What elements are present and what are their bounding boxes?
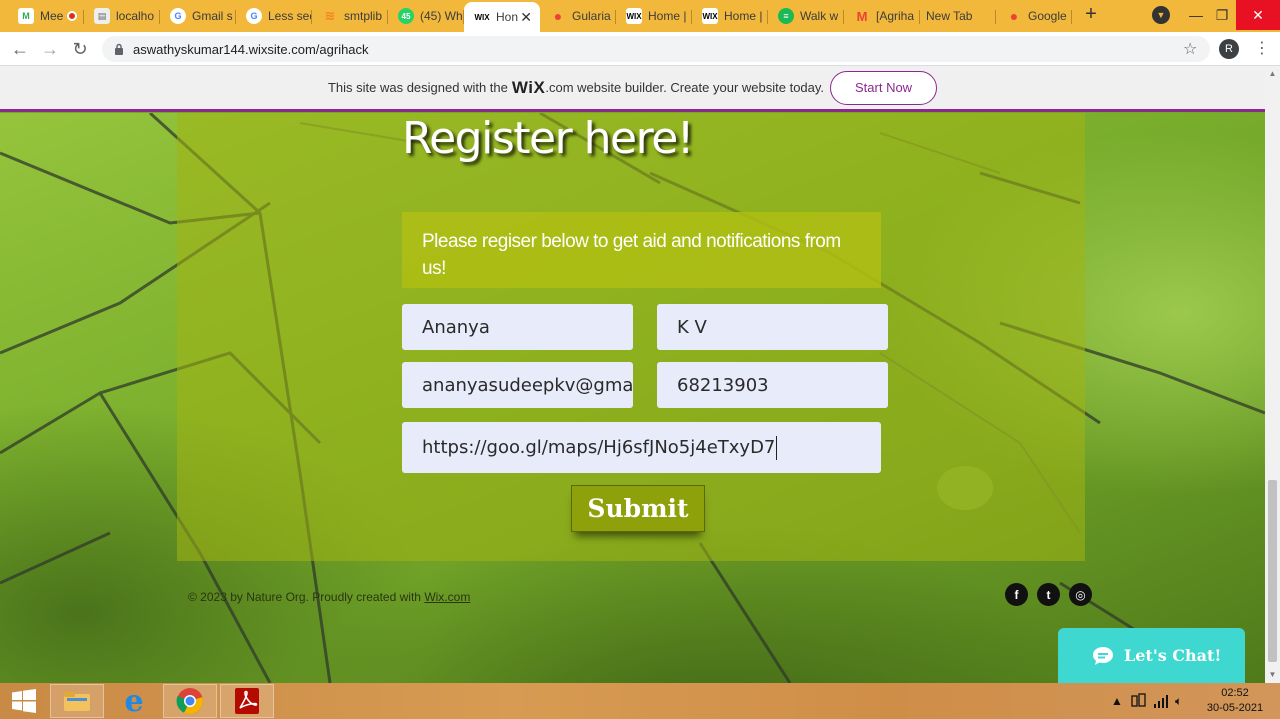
wix-banner-text-after: .com website builder. Create your websit… (545, 80, 825, 95)
tab-gmail-search[interactable]: G Gmail s (160, 2, 236, 30)
location-link-field[interactable]: https://goo.gl/maps/Hj6sfJNo5j4eTxyD7 (402, 422, 881, 473)
scrollbar-thumb[interactable] (1268, 480, 1277, 662)
tab-spotify[interactable]: ≡ Walk w (768, 2, 844, 30)
tab-new-tab[interactable]: New Tab (920, 2, 996, 30)
url-text: aswathyskumar144.wixsite.com/agrihack (133, 41, 369, 57)
page-icon: ▤ (94, 8, 110, 24)
bookmark-star-icon[interactable]: ☆ (1183, 39, 1197, 59)
whatsapp-icon: 45 (398, 8, 414, 24)
windows-logo-icon (12, 689, 36, 713)
spotify-icon: ≡ (778, 8, 794, 24)
tab-whatsapp[interactable]: 45 (45) Wh (388, 2, 464, 30)
menu-icon[interactable]: ⋮ (1254, 38, 1270, 58)
forward-icon[interactable]: → (39, 38, 61, 60)
folder-icon (64, 692, 90, 711)
windows-taskbar: e ▲ 🔈︎ 02:52 30-05-2021 (0, 683, 1280, 719)
tab-home-active[interactable]: WIX Hon ✕ (464, 2, 540, 32)
start-now-button[interactable]: Start Now (830, 70, 938, 105)
clock-time: 02:52 (1221, 687, 1249, 699)
tab-home-3[interactable]: WIX Home | (692, 2, 768, 30)
taskbar-file-explorer[interactable] (50, 684, 104, 718)
location-link-value: https://goo.gl/maps/Hj6sfJNo5j4eTxyD7 (422, 437, 776, 458)
signal-icon[interactable] (1153, 683, 1169, 719)
tab-smtplib[interactable]: ≋ smtplib (312, 2, 388, 30)
profile-avatar[interactable]: R (1219, 39, 1239, 59)
twitter-icon[interactable]: t (1037, 583, 1060, 606)
facebook-icon[interactable]: f (1005, 583, 1028, 606)
last-name-field[interactable]: K V (657, 304, 888, 350)
wix-icon: WIX (474, 9, 490, 25)
tab-less-secure[interactable]: G Less sec (236, 2, 312, 30)
register-instructions: Please regiser below to get aid and noti… (402, 212, 881, 288)
page-title: Register here! (402, 113, 694, 164)
text-caret (776, 435, 778, 460)
clock-date: 30-05-2021 (1206, 702, 1264, 714)
lock-icon (115, 43, 123, 55)
address-bar[interactable]: aswathyskumar144.wixsite.com/agrihack (102, 36, 1210, 62)
acrobat-icon (235, 688, 259, 714)
instagram-icon[interactable]: ◎ (1069, 583, 1092, 606)
system-clock[interactable]: 02:52 30-05-2021 (1200, 686, 1270, 716)
taskbar-chrome[interactable] (163, 684, 217, 718)
tab-agriha-gmail[interactable]: M [Agriha (844, 2, 920, 30)
lets-chat-button[interactable]: Let's Chat! (1058, 628, 1245, 683)
first-name-field[interactable]: Ananya (402, 304, 633, 350)
scroll-down-icon[interactable]: ▼ (1268, 670, 1277, 679)
new-tab-button[interactable]: + (1080, 4, 1102, 26)
taskbar-internet-explorer[interactable]: e (107, 683, 161, 719)
taskbar-acrobat[interactable] (220, 684, 274, 718)
scroll-up-icon[interactable]: ▲ (1268, 69, 1277, 78)
wix-banner-text-before: This site was designed with the (327, 80, 508, 95)
footer-copyright: © 2023 by Nature Org. Proudly created wi… (188, 590, 471, 604)
show-hidden-icons[interactable]: ▲ (1111, 683, 1123, 719)
stackoverflow-icon: ≋ (324, 8, 336, 23)
windows-start-button[interactable] (0, 684, 48, 718)
chat-bubble-icon (1093, 646, 1113, 665)
chat-label: Let's Chat! (1124, 646, 1222, 665)
internet-explorer-icon: e (124, 683, 144, 719)
tab-search-icon[interactable]: ▼ (1152, 6, 1170, 24)
browser-toolbar: ← → ↻ aswathyskumar144.wixsite.com/agrih… (0, 32, 1280, 66)
volume-icon[interactable]: 🔈︎ (1175, 683, 1182, 719)
wix-icon: WIX (626, 8, 642, 24)
chrome-icon (176, 688, 203, 715)
tab-localhost[interactable]: ▤ localho (84, 2, 160, 30)
wix-footer-link[interactable]: Wix.com (424, 590, 470, 604)
browser-tab-strip: M Mee ▤ localho G Gmail s G Less sec ≋ s… (0, 0, 1280, 32)
recording-icon (67, 11, 78, 21)
google-icon: G (246, 8, 262, 24)
close-tab-icon[interactable]: ✕ (520, 9, 532, 26)
wix-banner: This site was designed with the WiX .com… (0, 66, 1265, 112)
gmail-icon: M (856, 8, 868, 24)
submit-button[interactable]: Submit (571, 485, 705, 532)
page-scrollbar[interactable]: ▲ ▼ (1265, 66, 1280, 683)
back-icon[interactable]: ← (9, 38, 31, 60)
wix-logo: WiX (511, 77, 546, 97)
page-content: Register here! Please regiser below to g… (0, 113, 1265, 683)
network-icon[interactable] (1131, 683, 1147, 719)
tab-meet[interactable]: M Mee (8, 2, 84, 30)
tab-gularia[interactable]: ● Gularia (540, 2, 616, 30)
email-field[interactable]: ananyasudeepkv@gmail... (402, 362, 633, 408)
close-window-button[interactable]: ✕ (1236, 0, 1280, 30)
tab-home-2[interactable]: WIX Home | (616, 2, 692, 30)
wix-icon: WIX (702, 8, 718, 24)
maps-icon: ● (553, 8, 563, 24)
tab-google-maps[interactable]: ● Google (996, 2, 1072, 30)
reload-icon[interactable]: ↻ (69, 38, 91, 60)
phone-field[interactable]: 68213903 (657, 362, 888, 408)
meet-icon: M (18, 8, 34, 24)
maps-icon: ● (1009, 8, 1019, 24)
google-icon: G (170, 8, 186, 24)
